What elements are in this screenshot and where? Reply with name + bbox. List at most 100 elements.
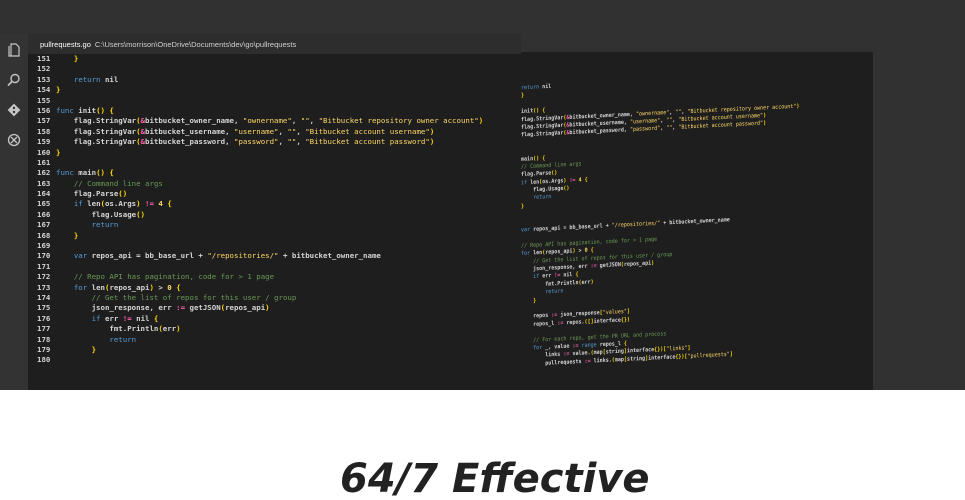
code-line[interactable]: 154} <box>28 85 521 95</box>
line-number: 158 <box>37 126 51 136</box>
line-source: flag.StringVar(&bitbucket_username, "use… <box>56 126 435 136</box>
code-line[interactable]: 171 <box>28 262 521 272</box>
line-number: 153 <box>37 74 51 84</box>
line-source: return <box>533 193 552 201</box>
source-control-icon[interactable] <box>6 102 22 118</box>
files-icon[interactable] <box>6 42 22 58</box>
code-line[interactable]: 179 } <box>28 345 521 355</box>
code-editor-window: pullrequests.go C:\Users\morrison\OneDri… <box>28 34 521 390</box>
code-line[interactable]: 170 var repos_api = bb_base_url + "/repo… <box>28 251 521 261</box>
line-number: 151 <box>37 54 51 63</box>
line-source: return nil <box>73 74 119 84</box>
code-line[interactable]: 155 <box>28 96 521 106</box>
line-source: if err != nil { <box>91 313 159 323</box>
line-number: 154 <box>37 85 51 95</box>
code-line[interactable]: 153 return nil <box>28 75 521 85</box>
line-number: 165 <box>37 199 51 209</box>
perspective-code-window: return nil} init() {flag.StringVar(&bitbu… <box>521 52 873 390</box>
line-number: 160 <box>37 147 51 157</box>
line-number: 175 <box>37 303 51 313</box>
line-source: fmt.Println(err) <box>56 324 181 334</box>
code-line[interactable]: 157 flag.StringVar(&bitbucket_owner_name… <box>28 116 521 126</box>
line-source: } <box>56 85 61 95</box>
line-number: 159 <box>37 137 51 147</box>
line-source: flag.StringVar(&bitbucket_owner_name, "o… <box>56 116 484 126</box>
code-line[interactable]: 175 json_response, err := getJSON(repos_… <box>28 303 521 313</box>
search-icon[interactable] <box>6 72 22 88</box>
line-number: 178 <box>37 334 51 344</box>
editor-title-bar: pullrequests.go C:\Users\morrison\OneDri… <box>28 34 521 54</box>
line-number: 169 <box>37 241 51 251</box>
code-line[interactable]: 177 fmt.Println(err) <box>28 324 521 334</box>
code-line[interactable]: 168 } <box>28 231 521 241</box>
line-number: 152 <box>37 64 51 74</box>
line-source: } <box>521 91 525 99</box>
line-number: 177 <box>37 324 51 334</box>
line-number: 174 <box>37 292 51 302</box>
caption-heading: 64/7 Effective <box>340 456 650 500</box>
line-source: // Repo API has pagination, code for > 1… <box>73 272 275 282</box>
line-source: flag.Usage() <box>56 209 145 219</box>
line-source: func init() { <box>56 105 114 115</box>
line-number: 166 <box>37 209 51 219</box>
line-source: json_response, err := getJSON(repos_api) <box>56 303 270 313</box>
line-source: flag.StringVar(&bitbucket_password, "pas… <box>56 137 435 147</box>
code-line[interactable]: 152 <box>28 64 521 74</box>
code-line[interactable]: 172 // Repo API has pagination, code for… <box>28 272 521 282</box>
line-number: 161 <box>37 157 51 167</box>
line-number: 155 <box>37 95 51 105</box>
line-number: 164 <box>37 189 51 199</box>
code-line[interactable]: 161 <box>28 158 521 168</box>
perspective-code-area: return nil} init() {flag.StringVar(&bitbu… <box>521 67 873 369</box>
code-line[interactable]: 166 flag.Usage() <box>28 210 521 220</box>
code-area[interactable]: 151 } 152 153 return nil 154} 155 156 func ini… <box>28 54 521 366</box>
line-number: 180 <box>37 355 51 365</box>
code-line[interactable]: 176 if err != nil { <box>28 314 521 324</box>
line-number: 176 <box>37 313 51 323</box>
line-source: // Get the list of repos for this user /… <box>91 292 297 302</box>
extensions-icon[interactable] <box>6 132 22 148</box>
code-line[interactable]: 178 return <box>28 335 521 345</box>
code-line[interactable]: 164 flag.Parse() <box>28 189 521 199</box>
line-source: } <box>521 202 525 210</box>
code-line[interactable]: 159 flag.StringVar(&bitbucket_password, … <box>28 137 521 147</box>
line-source: return <box>109 334 137 344</box>
line-number: 168 <box>37 230 51 240</box>
line-source: if len(os.Args) != 4 { <box>73 199 172 209</box>
line-number: 163 <box>37 178 51 188</box>
caption-area: 64/7 Effective <box>0 390 965 500</box>
line-number: 156 <box>37 105 51 115</box>
code-line[interactable]: 169 <box>28 241 521 251</box>
code-line[interactable]: 160} <box>28 148 521 158</box>
code-line[interactable]: 173 for len(repos_api) > 0 { <box>28 283 521 293</box>
line-source: var repos_api = bb_base_url + "/reposito… <box>73 251 381 261</box>
code-line[interactable]: 180 <box>28 355 521 365</box>
line-source: flag.Parse() <box>56 189 128 199</box>
file-path: C:\Users\morrison\OneDrive\Documents\dev… <box>94 39 297 49</box>
code-line[interactable]: 165 if len(os.Args) != 4 { <box>28 199 521 209</box>
code-line[interactable]: 163 // Command line args <box>28 179 521 189</box>
line-source: return nil <box>521 82 552 91</box>
code-line[interactable]: 167 return <box>28 220 521 230</box>
line-number: 172 <box>37 272 51 282</box>
activity-bar <box>0 34 28 390</box>
code-line[interactable]: 151 } <box>28 54 521 64</box>
line-source: } <box>73 54 79 63</box>
line-source: } <box>91 344 97 354</box>
code-line[interactable]: 174 // Get the list of repos for this us… <box>28 293 521 303</box>
line-number: 171 <box>37 261 51 271</box>
line-number: 179 <box>37 344 51 354</box>
code-line[interactable]: 158 flag.StringVar(&bitbucket_username, … <box>28 127 521 137</box>
screenshot-stage: pullrequests.go C:\Users\morrison\OneDri… <box>0 0 965 390</box>
line-source: } <box>56 147 61 157</box>
line-number: 173 <box>37 282 51 292</box>
file-name[interactable]: pullrequests.go <box>40 40 91 49</box>
line-source: } <box>533 296 537 304</box>
line-number: 170 <box>37 251 51 261</box>
line-number: 157 <box>37 116 51 126</box>
line-number: 162 <box>37 168 51 178</box>
code-line[interactable]: 162 func main() { <box>28 168 521 178</box>
line-source: } <box>73 230 79 240</box>
line-source: return <box>91 220 119 230</box>
code-line[interactable]: 156 func init() { <box>28 106 521 116</box>
